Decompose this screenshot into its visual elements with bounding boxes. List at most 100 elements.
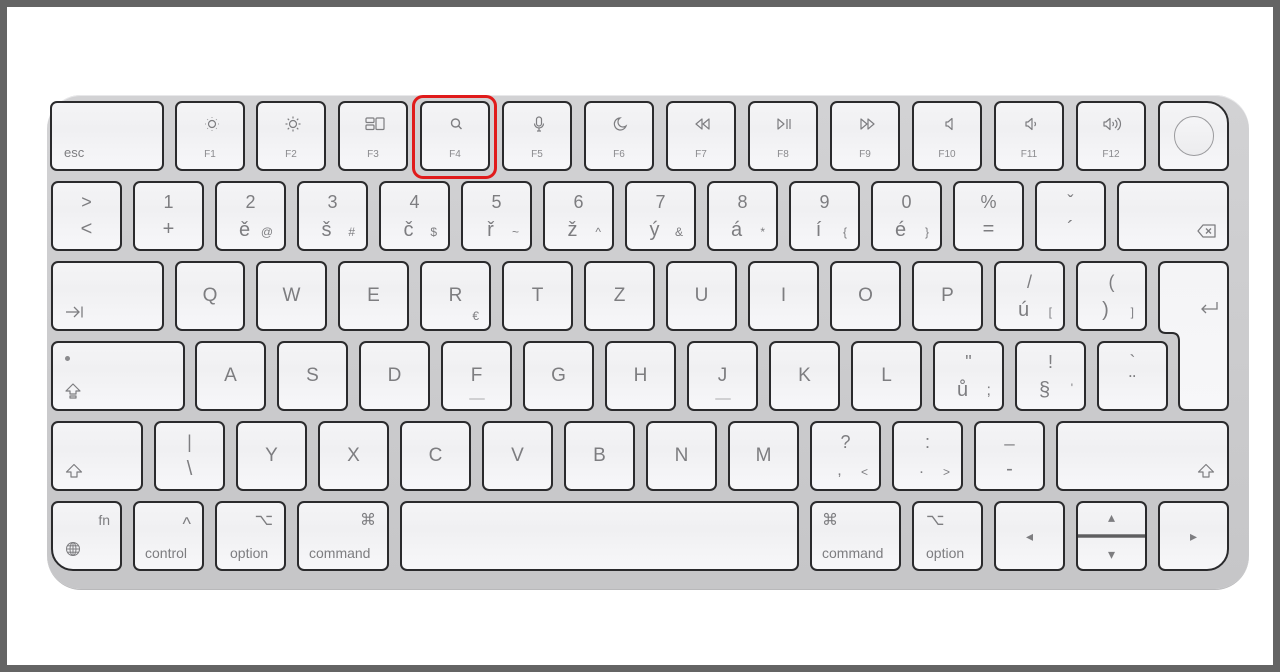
key-v[interactable]: V	[482, 421, 553, 491]
key-esc[interactable]: esc	[50, 101, 164, 171]
key-u-ring[interactable]: " ů ;	[933, 341, 1004, 411]
key-o[interactable]: O	[830, 261, 901, 331]
key-k[interactable]: K	[769, 341, 840, 411]
key-f8[interactable]: F8	[748, 101, 818, 171]
arrow-up-icon[interactable]: ▴	[1078, 510, 1145, 524]
key-letter: V	[511, 445, 524, 466]
key-0[interactable]: 0 é }	[871, 181, 942, 251]
key-p[interactable]: P	[912, 261, 983, 331]
key-angle-brackets[interactable]: > <	[51, 181, 122, 251]
key-side-char: ^	[595, 225, 601, 239]
key-side-char: [	[1048, 305, 1052, 319]
key-q[interactable]: Q	[175, 261, 245, 331]
key-side-char: '	[1070, 381, 1073, 395]
option-icon: ⌥	[254, 512, 273, 529]
key-letter: W	[282, 285, 301, 306]
microphone-icon	[504, 116, 570, 132]
key-percent[interactable]: % =	[953, 181, 1024, 251]
key-9[interactable]: 9 í {	[789, 181, 860, 251]
key-d[interactable]: D	[359, 341, 430, 411]
key-f5[interactable]: F5	[502, 101, 572, 171]
key-7[interactable]: 7 ý &	[625, 181, 696, 251]
key-f2[interactable]: F2	[256, 101, 326, 171]
key-g[interactable]: G	[523, 341, 594, 411]
key-3[interactable]: 3 š #	[297, 181, 368, 251]
key-f7[interactable]: F7	[666, 101, 736, 171]
key-control[interactable]: ^ control	[133, 501, 204, 571]
key-f[interactable]: F	[441, 341, 512, 411]
key-f6[interactable]: F6	[584, 101, 654, 171]
key-letter: O	[858, 285, 873, 306]
key-option-left[interactable]: ⌥ option	[215, 501, 286, 571]
key-caps-lock[interactable]	[51, 341, 185, 411]
key-shift-left[interactable]	[51, 421, 143, 491]
key-h[interactable]: H	[605, 341, 676, 411]
key-arrow-left[interactable]: ◂	[994, 501, 1065, 571]
key-j[interactable]: J	[687, 341, 758, 411]
key-r[interactable]: R €	[420, 261, 491, 331]
key-f4[interactable]: F4	[420, 101, 490, 171]
key-f11[interactable]: F11	[994, 101, 1064, 171]
key-x[interactable]: X	[318, 421, 389, 491]
key-comma[interactable]: ? , <	[810, 421, 881, 491]
key-parentheses[interactable]: ( ) ]	[1076, 261, 1147, 331]
key-4[interactable]: 4 č $	[379, 181, 450, 251]
key-arrow-right[interactable]: ▸	[1158, 501, 1229, 571]
key-bottom-char: í	[815, 219, 822, 241]
key-shift-right[interactable]	[1056, 421, 1229, 491]
key-top-char: 1	[163, 192, 174, 212]
key-f1[interactable]: F1	[175, 101, 245, 171]
key-u-acute[interactable]: / [ ú [	[994, 261, 1065, 331]
key-top-char: "	[965, 352, 972, 372]
key-c[interactable]: C	[400, 421, 471, 491]
key-8[interactable]: 8 á *	[707, 181, 778, 251]
key-u[interactable]: U	[666, 261, 737, 331]
key-letter: P	[941, 285, 954, 306]
key-dash[interactable]: _ -	[974, 421, 1045, 491]
key-bottom-char: ž	[567, 219, 578, 241]
key-backspace[interactable]	[1117, 181, 1229, 251]
key-1[interactable]: 1 +	[133, 181, 204, 251]
key-m[interactable]: M	[728, 421, 799, 491]
key-l[interactable]: L	[851, 341, 922, 411]
key-top-char: 0	[901, 192, 912, 212]
volume-down-icon	[996, 116, 1062, 132]
key-6[interactable]: 6 ž ^	[543, 181, 614, 251]
key-e[interactable]: E	[338, 261, 409, 331]
key-b[interactable]: B	[564, 421, 635, 491]
key-f10[interactable]: F10	[912, 101, 982, 171]
key-f9[interactable]: F9	[830, 101, 900, 171]
key-a[interactable]: A	[195, 341, 266, 411]
key-z[interactable]: Z	[584, 261, 655, 331]
arrow-down-icon[interactable]: ▾	[1078, 547, 1145, 561]
key-command-right[interactable]: ⌘ command	[810, 501, 901, 571]
key-f12-label: F12	[1102, 149, 1120, 160]
key-f6-label: F6	[613, 149, 625, 160]
key-option-right[interactable]: ⌥ option	[912, 501, 983, 571]
key-top-char: 6	[573, 192, 584, 212]
key-t[interactable]: T	[502, 261, 573, 331]
key-top-char: 8	[737, 192, 748, 212]
key-space[interactable]	[400, 501, 799, 571]
key-touch-id[interactable]	[1158, 101, 1229, 171]
key-f3[interactable]: F3	[338, 101, 408, 171]
key-w[interactable]: W	[256, 261, 327, 331]
key-n[interactable]: N	[646, 421, 717, 491]
key-f12[interactable]: F12	[1076, 101, 1146, 171]
key-5[interactable]: 5 ř ~	[461, 181, 532, 251]
key-i[interactable]: I	[748, 261, 819, 331]
key-fn[interactable]: fn	[51, 501, 122, 571]
key-section[interactable]: ! § '	[1015, 341, 1086, 411]
key-period[interactable]: : . >	[892, 421, 963, 491]
key-diaeresis[interactable]: ` ¨	[1097, 341, 1168, 411]
key-s[interactable]: S	[277, 341, 348, 411]
key-y[interactable]: Y	[236, 421, 307, 491]
key-return[interactable]	[1158, 261, 1229, 411]
key-pipe[interactable]: | \	[154, 421, 225, 491]
key-bottom-char: ý	[649, 219, 660, 241]
key-tab[interactable]	[51, 261, 164, 331]
key-caron[interactable]: ˇ ´	[1035, 181, 1106, 251]
key-side-char: }	[924, 225, 929, 239]
key-command-left[interactable]: ⌘ command	[297, 501, 389, 571]
key-2[interactable]: 2 ě @	[215, 181, 286, 251]
